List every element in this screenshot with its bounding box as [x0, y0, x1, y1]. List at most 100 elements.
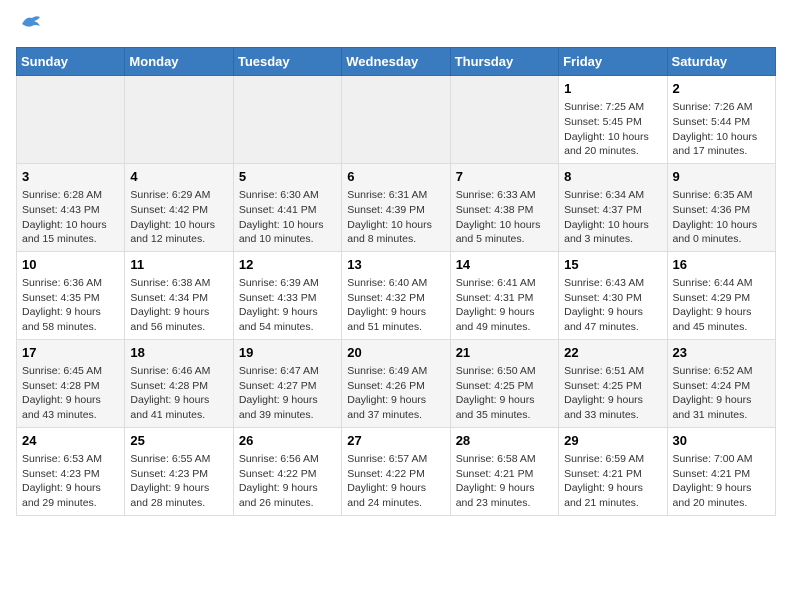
calendar-day-cell: 23 Sunrise: 6:52 AM Sunset: 4:24 PM Dayli…: [667, 339, 775, 427]
day-info: Sunrise: 6:34 AM Sunset: 4:37 PM Dayligh…: [564, 188, 661, 247]
calendar-day-cell: 17 Sunrise: 6:45 AM Sunset: 4:28 PM Dayli…: [17, 339, 125, 427]
day-number: 7: [456, 168, 553, 186]
day-number: 29: [564, 432, 661, 450]
calendar-day-cell: 20 Sunrise: 6:49 AM Sunset: 4:26 PM Dayli…: [342, 339, 450, 427]
day-info: Sunrise: 6:47 AM Sunset: 4:27 PM Dayligh…: [239, 364, 336, 423]
calendar-day-cell: 7 Sunrise: 6:33 AM Sunset: 4:38 PM Daylig…: [450, 163, 558, 251]
day-number: 6: [347, 168, 444, 186]
day-number: 17: [22, 344, 119, 362]
day-number: 2: [673, 80, 770, 98]
day-info: Sunrise: 6:28 AM Sunset: 4:43 PM Dayligh…: [22, 188, 119, 247]
calendar-day-cell: 5 Sunrise: 6:30 AM Sunset: 4:41 PM Daylig…: [233, 163, 341, 251]
calendar-table: SundayMondayTuesdayWednesdayThursdayFrid…: [16, 47, 776, 516]
day-info: Sunrise: 6:39 AM Sunset: 4:33 PM Dayligh…: [239, 276, 336, 335]
calendar-day-cell: 1Sunrise: 7:25 AM Sunset: 5:45 PM Daylig…: [559, 76, 667, 164]
day-number: 10: [22, 256, 119, 274]
weekday-header-wednesday: Wednesday: [342, 48, 450, 76]
day-info: Sunrise: 6:31 AM Sunset: 4:39 PM Dayligh…: [347, 188, 444, 247]
day-number: 3: [22, 168, 119, 186]
calendar-week-row: 24 Sunrise: 6:53 AM Sunset: 4:23 PM Dayli…: [17, 427, 776, 515]
day-number: 30: [673, 432, 770, 450]
day-info: Sunrise: 6:41 AM Sunset: 4:31 PM Dayligh…: [456, 276, 553, 335]
weekday-header-saturday: Saturday: [667, 48, 775, 76]
day-info: Sunrise: 6:29 AM Sunset: 4:42 PM Dayligh…: [130, 188, 227, 247]
day-info: Sunrise: 6:59 AM Sunset: 4:21 PM Dayligh…: [564, 452, 661, 511]
calendar-day-cell: 4 Sunrise: 6:29 AM Sunset: 4:42 PM Daylig…: [125, 163, 233, 251]
day-info: Sunrise: 6:55 AM Sunset: 4:23 PM Dayligh…: [130, 452, 227, 511]
day-number: 27: [347, 432, 444, 450]
calendar-day-cell: 11 Sunrise: 6:38 AM Sunset: 4:34 PM Dayli…: [125, 251, 233, 339]
calendar-day-cell: [342, 76, 450, 164]
day-info: Sunrise: 6:30 AM Sunset: 4:41 PM Dayligh…: [239, 188, 336, 247]
day-info: Sunrise: 7:00 AM Sunset: 4:21 PM Dayligh…: [673, 452, 770, 511]
weekday-header-sunday: Sunday: [17, 48, 125, 76]
weekday-header-thursday: Thursday: [450, 48, 558, 76]
calendar-day-cell: 14 Sunrise: 6:41 AM Sunset: 4:31 PM Dayli…: [450, 251, 558, 339]
day-number: 15: [564, 256, 661, 274]
day-info: Sunrise: 6:33 AM Sunset: 4:38 PM Dayligh…: [456, 188, 553, 247]
day-info: Sunrise: 6:45 AM Sunset: 4:28 PM Dayligh…: [22, 364, 119, 423]
day-info: Sunrise: 6:40 AM Sunset: 4:32 PM Dayligh…: [347, 276, 444, 335]
day-number: 23: [673, 344, 770, 362]
calendar-day-cell: 28 Sunrise: 6:58 AM Sunset: 4:21 PM Dayli…: [450, 427, 558, 515]
calendar-week-row: 17 Sunrise: 6:45 AM Sunset: 4:28 PM Dayli…: [17, 339, 776, 427]
day-number: 8: [564, 168, 661, 186]
page-header: [16, 16, 776, 35]
day-info: Sunrise: 6:50 AM Sunset: 4:25 PM Dayligh…: [456, 364, 553, 423]
calendar-day-cell: 12 Sunrise: 6:39 AM Sunset: 4:33 PM Dayli…: [233, 251, 341, 339]
calendar-day-cell: 21 Sunrise: 6:50 AM Sunset: 4:25 PM Dayli…: [450, 339, 558, 427]
calendar-day-cell: 9 Sunrise: 6:35 AM Sunset: 4:36 PM Daylig…: [667, 163, 775, 251]
calendar-day-cell: 16 Sunrise: 6:44 AM Sunset: 4:29 PM Dayli…: [667, 251, 775, 339]
calendar-day-cell: 25 Sunrise: 6:55 AM Sunset: 4:23 PM Dayli…: [125, 427, 233, 515]
day-info: Sunrise: 7:25 AM Sunset: 5:45 PM Dayligh…: [564, 100, 661, 159]
day-number: 24: [22, 432, 119, 450]
day-info: Sunrise: 6:52 AM Sunset: 4:24 PM Dayligh…: [673, 364, 770, 423]
day-number: 4: [130, 168, 227, 186]
calendar-week-row: 1Sunrise: 7:25 AM Sunset: 5:45 PM Daylig…: [17, 76, 776, 164]
day-info: Sunrise: 7:26 AM Sunset: 5:44 PM Dayligh…: [673, 100, 770, 159]
calendar-day-cell: 24 Sunrise: 6:53 AM Sunset: 4:23 PM Dayli…: [17, 427, 125, 515]
calendar-day-cell: 18 Sunrise: 6:46 AM Sunset: 4:28 PM Dayli…: [125, 339, 233, 427]
calendar-day-cell: 8 Sunrise: 6:34 AM Sunset: 4:37 PM Daylig…: [559, 163, 667, 251]
day-number: 25: [130, 432, 227, 450]
day-info: Sunrise: 6:49 AM Sunset: 4:26 PM Dayligh…: [347, 364, 444, 423]
logo: [16, 16, 42, 35]
day-info: Sunrise: 6:57 AM Sunset: 4:22 PM Dayligh…: [347, 452, 444, 511]
day-number: 26: [239, 432, 336, 450]
calendar-day-cell: 3 Sunrise: 6:28 AM Sunset: 4:43 PM Daylig…: [17, 163, 125, 251]
day-info: Sunrise: 6:46 AM Sunset: 4:28 PM Dayligh…: [130, 364, 227, 423]
day-number: 13: [347, 256, 444, 274]
day-number: 20: [347, 344, 444, 362]
day-number: 5: [239, 168, 336, 186]
calendar-day-cell: 26 Sunrise: 6:56 AM Sunset: 4:22 PM Dayli…: [233, 427, 341, 515]
calendar-day-cell: [125, 76, 233, 164]
day-number: 9: [673, 168, 770, 186]
day-info: Sunrise: 6:35 AM Sunset: 4:36 PM Dayligh…: [673, 188, 770, 247]
day-info: Sunrise: 6:44 AM Sunset: 4:29 PM Dayligh…: [673, 276, 770, 335]
day-number: 22: [564, 344, 661, 362]
day-info: Sunrise: 6:51 AM Sunset: 4:25 PM Dayligh…: [564, 364, 661, 423]
calendar-day-cell: 6 Sunrise: 6:31 AM Sunset: 4:39 PM Daylig…: [342, 163, 450, 251]
day-number: 19: [239, 344, 336, 362]
day-info: Sunrise: 6:36 AM Sunset: 4:35 PM Dayligh…: [22, 276, 119, 335]
calendar-day-cell: [233, 76, 341, 164]
calendar-day-cell: 19 Sunrise: 6:47 AM Sunset: 4:27 PM Dayli…: [233, 339, 341, 427]
day-number: 12: [239, 256, 336, 274]
calendar-header-row: SundayMondayTuesdayWednesdayThursdayFrid…: [17, 48, 776, 76]
day-number: 11: [130, 256, 227, 274]
day-number: 14: [456, 256, 553, 274]
day-info: Sunrise: 6:38 AM Sunset: 4:34 PM Dayligh…: [130, 276, 227, 335]
logo-bird-icon: [20, 12, 42, 35]
day-number: 18: [130, 344, 227, 362]
calendar-day-cell: 15Sunrise: 6:43 AM Sunset: 4:30 PM Dayli…: [559, 251, 667, 339]
day-number: 28: [456, 432, 553, 450]
day-number: 16: [673, 256, 770, 274]
day-info: Sunrise: 6:58 AM Sunset: 4:21 PM Dayligh…: [456, 452, 553, 511]
day-info: Sunrise: 6:53 AM Sunset: 4:23 PM Dayligh…: [22, 452, 119, 511]
day-info: Sunrise: 6:56 AM Sunset: 4:22 PM Dayligh…: [239, 452, 336, 511]
day-number: 21: [456, 344, 553, 362]
calendar-day-cell: 10 Sunrise: 6:36 AM Sunset: 4:35 PM Dayli…: [17, 251, 125, 339]
calendar-week-row: 10 Sunrise: 6:36 AM Sunset: 4:35 PM Dayli…: [17, 251, 776, 339]
calendar-day-cell: 13 Sunrise: 6:40 AM Sunset: 4:32 PM Dayli…: [342, 251, 450, 339]
calendar-day-cell: 30 Sunrise: 7:00 AM Sunset: 4:21 PM Dayli…: [667, 427, 775, 515]
